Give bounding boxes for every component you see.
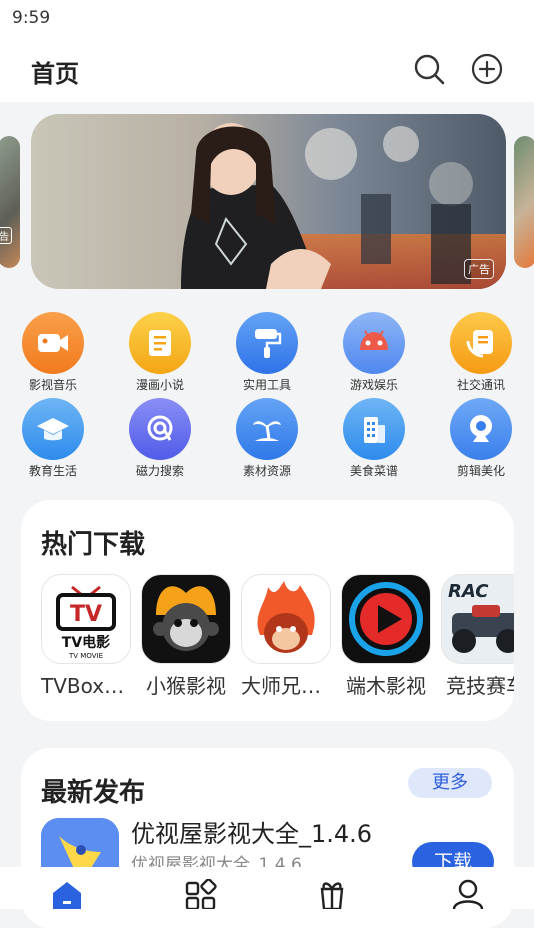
tab-gift[interactable] — [312, 879, 352, 909]
app-name: 小猴影视 — [146, 674, 226, 698]
book-icon — [129, 312, 191, 374]
fire-monkey-icon — [241, 574, 331, 664]
banner-prev-slide[interactable]: 告 — [0, 136, 20, 268]
category-video-music[interactable]: 影视音乐 — [13, 312, 93, 393]
banner-next-slide[interactable] — [514, 136, 534, 268]
category-food[interactable]: 美食菜谱 — [334, 398, 414, 479]
app-item[interactable]: TV TV电影 TV MOVIE TVBox电影 — [41, 574, 131, 699]
apps-icon — [185, 879, 217, 909]
game-robot-icon — [343, 312, 405, 374]
race-car-icon: RAC — [441, 574, 514, 664]
tab-apps[interactable] — [180, 879, 220, 909]
category-label: 素材资源 — [242, 464, 291, 478]
app-name: 端木影视 — [346, 674, 426, 698]
building-icon — [343, 398, 405, 460]
category-label: 游戏娱乐 — [349, 378, 398, 392]
category-assets[interactable]: 素材资源 — [227, 398, 307, 479]
category-magnet-search[interactable]: 磁力搜索 — [120, 398, 200, 479]
tv-movie-icon-subtext: TV MOVIE — [68, 652, 103, 660]
app-item[interactable]: 端木影视 — [341, 574, 431, 699]
home-icon — [53, 882, 81, 909]
ad-badge: 广告 — [464, 259, 494, 279]
search-button[interactable] — [412, 52, 446, 86]
plus-circle-icon — [471, 53, 503, 85]
bottom-tab-bar — [0, 867, 534, 909]
hot-apps-list[interactable]: TV TV电影 TV MOVIE TVBox电影 小猴影视 — [41, 574, 514, 714]
magnet-search-icon — [129, 398, 191, 460]
play-circle-icon — [341, 574, 431, 664]
status-time: 9:59 — [12, 8, 51, 28]
category-label: 教育生活 — [28, 464, 77, 478]
tab-profile[interactable] — [448, 879, 488, 909]
header: 首页 — [0, 40, 534, 102]
video-camera-icon — [22, 312, 84, 374]
category-label: 实用工具 — [242, 378, 291, 392]
category-games[interactable]: 游戏娱乐 — [334, 312, 414, 393]
latest-release-title: 最新发布 — [41, 778, 146, 808]
phone-chat-icon — [450, 312, 512, 374]
svg-text:TV: TV — [70, 602, 102, 627]
banner-carousel[interactable]: 告 广告 — [0, 108, 534, 298]
app-name: 竞技赛车 — [446, 674, 514, 698]
category-label: 剪辑美化 — [456, 464, 505, 478]
hot-downloads-title: 热门下载 — [41, 530, 146, 560]
category-label: 社交通讯 — [456, 378, 505, 392]
tv-movie-icon: TV TV电影 TV MOVIE — [41, 574, 131, 664]
gift-icon — [320, 882, 344, 909]
tv-movie-icon-text: TV电影 — [62, 634, 110, 651]
paint-roller-icon — [236, 312, 298, 374]
page-title: 首页 — [31, 60, 79, 88]
race-car-icon-text: RAC — [448, 581, 489, 602]
app-item[interactable]: RAC 竞技赛车 — [441, 574, 514, 699]
app-title[interactable]: 优视屋影视大全_1.4.6 — [131, 814, 372, 849]
add-button[interactable] — [470, 52, 504, 86]
category-comics-novels[interactable]: 漫画小说 — [120, 312, 200, 393]
search-icon — [414, 54, 445, 85]
category-education[interactable]: 教育生活 — [13, 398, 93, 479]
category-label: 漫画小说 — [135, 378, 184, 392]
status-bar: 9:59 — [0, 0, 534, 40]
monkey-icon — [141, 574, 231, 664]
category-editing[interactable]: 剪辑美化 — [441, 398, 521, 479]
category-social[interactable]: 社交通讯 — [441, 312, 521, 393]
banner-image[interactable]: 广告 — [31, 114, 506, 289]
app-item[interactable]: 大师兄影视 — [241, 574, 331, 699]
category-label: 磁力搜索 — [135, 464, 184, 478]
webcam-icon — [450, 398, 512, 460]
app-item[interactable]: 小猴影视 — [141, 574, 231, 699]
app-name: TVBox电影 — [41, 674, 131, 698]
category-label: 影视音乐 — [28, 378, 77, 392]
side-ad-badge: 告 — [0, 227, 12, 244]
hot-downloads-card: 热门下载 TV TV电影 TV MOVIE TVBox电影 — [21, 500, 514, 721]
more-button[interactable]: 更多 — [408, 768, 492, 798]
graduation-cap-icon — [22, 398, 84, 460]
user-icon — [452, 879, 484, 909]
palm-tree-icon — [236, 398, 298, 460]
category-tools[interactable]: 实用工具 — [227, 312, 307, 393]
tab-home[interactable] — [47, 879, 87, 909]
category-label: 美食菜谱 — [349, 464, 398, 478]
app-name: 大师兄影视 — [241, 674, 331, 698]
banner-photo — [31, 114, 506, 289]
